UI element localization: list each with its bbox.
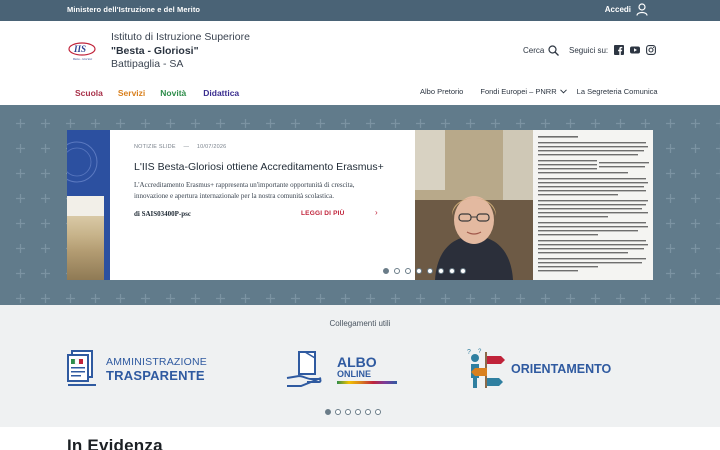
slide-meta-separator: — bbox=[183, 144, 190, 150]
school-seal-icon bbox=[67, 141, 98, 183]
instagram-icon[interactable] bbox=[646, 45, 657, 55]
person-arrows-icon: ? ? bbox=[467, 349, 505, 388]
user-icon bbox=[636, 3, 648, 16]
links-slider-dot[interactable] bbox=[375, 409, 381, 415]
slide-content: NOTIZIE SLIDE — 10/07/2026 L'IIS Besta-G… bbox=[110, 130, 415, 280]
banner-orientamento[interactable]: ? ? ORIENTAMENTO bbox=[465, 349, 625, 389]
slider-dot[interactable] bbox=[416, 268, 422, 274]
links-slider-dot[interactable] bbox=[345, 409, 351, 415]
hand-screen-icon bbox=[286, 351, 322, 387]
logo-subtext: Besta - Gloriosi bbox=[73, 57, 92, 61]
slide-meta: NOTIZIE SLIDE — 10/07/2026 bbox=[134, 144, 226, 150]
slider-dot[interactable] bbox=[383, 268, 389, 274]
slider-dot[interactable] bbox=[427, 268, 433, 274]
news-slider: NOTIZIE SLIDE — 10/07/2026 L'IIS Besta-G… bbox=[67, 130, 653, 280]
nav-item-fondi-europei[interactable]: Fondi Europei – PNRR bbox=[480, 87, 567, 96]
woman-photo-icon bbox=[415, 130, 533, 280]
nav-item-scuola[interactable]: Scuola bbox=[75, 88, 103, 98]
banner-amministrazione-line1: AMMINISTRAZIONE bbox=[106, 356, 208, 368]
slider-dot[interactable] bbox=[405, 268, 411, 274]
nav-item-segreteria[interactable]: La Segreteria Comunica bbox=[577, 87, 658, 96]
document-flag-icon bbox=[67, 350, 96, 386]
slide-photo[interactable] bbox=[415, 130, 533, 280]
read-more-link[interactable]: LEGGI DI PIÙ bbox=[301, 210, 345, 217]
hero-section: NOTIZIE SLIDE — 10/07/2026 L'IIS Besta-G… bbox=[0, 105, 720, 305]
banner-albo-line1: ALBO bbox=[337, 353, 377, 370]
slider-dot[interactable] bbox=[438, 268, 444, 274]
slider-dot[interactable] bbox=[449, 268, 455, 274]
links-slider-dot[interactable] bbox=[325, 409, 331, 415]
slide-title[interactable]: L'IIS Besta-Gloriosi ottiene Accreditame… bbox=[134, 161, 414, 173]
nav-item-servizi[interactable]: Servizi bbox=[118, 88, 145, 98]
login-button[interactable]: Accedi bbox=[605, 3, 648, 16]
nav-item-didattica[interactable]: Didattica bbox=[203, 88, 239, 98]
secondary-nav: Albo Pretorio Fondi Europei – PNRR La Se… bbox=[420, 87, 658, 96]
school-name-line3: Battipaglia - SA bbox=[111, 58, 184, 70]
banner-orientamento-label: ORIENTAMENTO bbox=[511, 362, 612, 376]
links-slider-dot[interactable] bbox=[355, 409, 361, 415]
banner-amministrazione-trasparente[interactable]: AMMINISTRAZIONE TRASPARENTE bbox=[66, 349, 226, 389]
document-icon bbox=[533, 130, 653, 280]
slide-text: L'Accreditamento Erasmus+ rappresenta un… bbox=[134, 181, 355, 200]
banner-amministrazione-line2: TRASPARENTE bbox=[106, 368, 205, 383]
svg-text:?: ? bbox=[478, 349, 482, 355]
slider-dot[interactable] bbox=[460, 268, 466, 274]
links-slider-dot[interactable] bbox=[365, 409, 371, 415]
slide-author: di SAIS03400P-psc bbox=[134, 210, 191, 218]
logo-mark: IIS bbox=[73, 44, 86, 54]
slide-date: 10/07/2026 bbox=[196, 144, 227, 150]
nav-item-albo-pretorio[interactable]: Albo Pretorio bbox=[420, 87, 463, 96]
social-links: Seguici su: bbox=[569, 45, 657, 55]
top-bar: Ministero dell'Istruzione e del Merito A… bbox=[0, 0, 720, 21]
links-slider-dots bbox=[325, 409, 381, 415]
banner-albo-line2: ONLINE bbox=[337, 368, 372, 379]
facebook-icon[interactable] bbox=[614, 45, 625, 55]
rainbow-bar bbox=[337, 380, 397, 384]
slider-dots bbox=[383, 268, 466, 274]
slide-document-image[interactable] bbox=[533, 130, 653, 280]
slide-prev-photo-sky bbox=[67, 196, 104, 216]
in-evidenza-heading: In Evidenza bbox=[67, 436, 163, 450]
nav-item-novita[interactable]: Novità bbox=[160, 88, 186, 98]
arrow-right-icon[interactable]: › bbox=[375, 208, 378, 217]
social-label: Seguici su: bbox=[569, 45, 609, 55]
chevron-down-icon bbox=[559, 89, 567, 94]
svg-text:?: ? bbox=[467, 349, 471, 356]
login-label: Accedi bbox=[604, 5, 631, 14]
search-button[interactable]: Cerca bbox=[523, 45, 560, 56]
banner-albo-online[interactable]: ALBO ONLINE bbox=[285, 349, 400, 389]
useful-links-section: Collegamenti utili AMMINISTRAZIONE TRASP… bbox=[0, 305, 720, 427]
useful-links-title: Collegamenti utili bbox=[329, 319, 391, 328]
slide-prev-image[interactable] bbox=[67, 130, 110, 280]
ministry-link[interactable]: Ministero dell'Istruzione e del Merito bbox=[67, 5, 200, 14]
search-icon bbox=[548, 45, 560, 56]
youtube-icon[interactable] bbox=[630, 45, 641, 55]
links-slider-dot[interactable] bbox=[335, 409, 341, 415]
search-label: Cerca bbox=[523, 46, 545, 55]
school-logo[interactable]: IIS Besta - Gloriosi bbox=[67, 39, 97, 63]
nav-item-fondi-europei-label: Fondi Europei – PNRR bbox=[480, 87, 557, 96]
site-header: IIS Besta - Gloriosi Istituto di Istruzi… bbox=[0, 21, 720, 105]
slider-dot[interactable] bbox=[394, 268, 400, 274]
school-name[interactable]: Istituto di Istruzione Superiore "Besta … bbox=[111, 31, 250, 72]
school-name-line1: Istituto di Istruzione Superiore bbox=[111, 31, 250, 43]
main-nav: Scuola Servizi Novità Didattica bbox=[75, 88, 239, 98]
slide-prev-photo bbox=[67, 216, 104, 280]
school-name-line2: "Besta - Gloriosi" bbox=[111, 44, 199, 57]
slide-category[interactable]: NOTIZIE SLIDE bbox=[134, 144, 176, 150]
